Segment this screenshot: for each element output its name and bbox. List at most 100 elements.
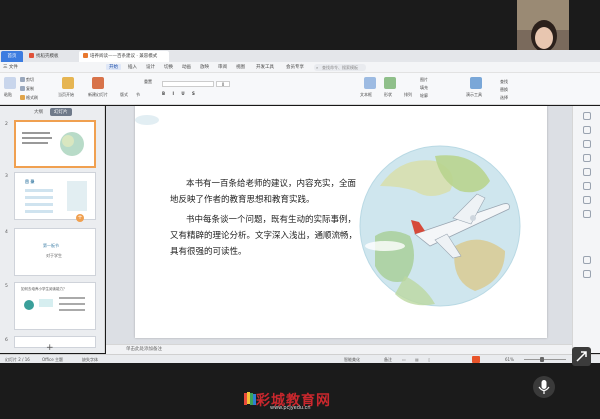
menu-start[interactable]: 开始 (106, 64, 121, 70)
select-pane-icon[interactable] (583, 126, 591, 134)
format-painter-icon (20, 95, 25, 100)
slide-thumbnail-panel: 大纲 幻灯片 2 3 目 录 + 4 第一板节 对于学生 5 如何去培养小学生阅… (0, 106, 105, 353)
menu-developer[interactable]: 开发工具 (256, 64, 274, 70)
section-button[interactable]: 节 (136, 92, 140, 98)
thumb-number: 3 (5, 174, 8, 179)
ribbon-toolbar: 粘贴 剪切 复制 格式刷 当页开始 新建幻灯片 版式 节 重置 0 B I U … (0, 73, 600, 105)
slide-paragraph-1: 本书有一百条给老师的建议，内容充实，全面地反映了作者的教育思想和教育实践。 (170, 179, 357, 205)
thumb-number: 5 (5, 284, 8, 289)
ppt-file-icon (83, 53, 88, 58)
copy-button[interactable]: 复制 (26, 86, 34, 92)
thumb-title: 第一板节 (43, 243, 59, 248)
cut-button[interactable]: 剪切 (26, 77, 34, 83)
cut-icon (20, 77, 25, 82)
tab-outline[interactable]: 大纲 (30, 108, 47, 116)
more-icon[interactable] (583, 256, 591, 264)
expand-icon[interactable] (572, 347, 591, 366)
transition-pane-icon[interactable] (583, 182, 591, 190)
new-slide-icon[interactable] (92, 77, 104, 89)
help-icon[interactable] (583, 270, 591, 278)
find-button[interactable]: 查找 (500, 79, 508, 85)
template-icon (29, 53, 34, 58)
settings-icon[interactable] (583, 196, 591, 204)
zoom-level: 61% (505, 357, 514, 362)
slide-thumbnail-3[interactable]: 目 录 (14, 172, 96, 220)
animation-pane-icon[interactable] (583, 168, 591, 176)
reset-button[interactable]: 重置 (144, 79, 152, 85)
font-size-select[interactable]: 0 (216, 81, 230, 87)
replace-button[interactable]: 替换 (500, 87, 508, 93)
menu-insert[interactable]: 插入 (128, 64, 137, 70)
book-logo-icon (244, 392, 256, 405)
format-pane-icon[interactable] (583, 154, 591, 162)
slide-body-text[interactable]: 本书有一百条给老师的建议，内容充实，全面地反映了作者的教育思想和教育实践。 书中… (170, 176, 360, 264)
menu-transition[interactable]: 切换 (164, 64, 173, 70)
slide-canvas[interactable]: 本书有一百条给老师的建议，内容充实，全面地反映了作者的教育思想和教育实践。 书中… (135, 106, 547, 338)
slide-counter: 幻灯片 2 / 16 (5, 357, 30, 362)
command-search-input[interactable]: ⌕ 查找命令、搜索模板 (314, 64, 366, 71)
thumbnail-preview (22, 132, 84, 156)
menu-view[interactable]: 视图 (236, 64, 245, 70)
play-slideshow-icon[interactable] (472, 356, 480, 363)
copy-icon (20, 86, 25, 91)
image-button[interactable]: 图片 (420, 77, 428, 83)
add-slide-button[interactable]: + (46, 343, 54, 353)
slide-thumbnail-2[interactable] (14, 120, 96, 168)
play-from-current-icon[interactable] (62, 77, 74, 89)
smart-beautify-button[interactable]: 智能美化 (344, 355, 360, 364)
search-icon: ⌕ (316, 65, 319, 70)
new-slide-button[interactable]: 新建幻灯片 (88, 92, 108, 98)
thumb-number: 4 (5, 230, 8, 235)
menu-file[interactable]: 三 文件 (3, 64, 18, 70)
notes-pane[interactable]: 单击此处添加备注 (106, 344, 572, 354)
microphone-button[interactable] (533, 376, 555, 398)
play-from-current-button[interactable]: 当页开始 (58, 92, 74, 98)
add-slide-float-icon[interactable]: + (76, 214, 84, 222)
slide-thumbnail-5[interactable]: 如何去培养小学生阅读能力？ (14, 282, 96, 330)
font-name-select[interactable] (162, 81, 214, 87)
menu-design[interactable]: 设计 (146, 64, 155, 70)
zoom-slider-handle[interactable] (540, 357, 544, 362)
tab-template-store[interactable]: 找稻壳模板 (25, 51, 77, 62)
tab-slides[interactable]: 幻灯片 (50, 108, 72, 116)
expand-arrow-icon (576, 351, 587, 362)
layout-button[interactable]: 版式 (120, 92, 128, 98)
textbox-icon[interactable] (364, 77, 376, 89)
tab-current-document[interactable]: 培养阅读——百条建议 · 兼容模式 (79, 51, 169, 62)
notes-toggle-button[interactable]: 备注 (384, 355, 392, 364)
text-format-buttons[interactable]: B I U S (162, 91, 198, 96)
tab-home[interactable]: 首页 (1, 51, 23, 62)
thumb-title: 如何去培养小学生阅读能力？ (21, 287, 67, 291)
theme-name: Office 主题 (42, 357, 63, 362)
select-button[interactable]: 选择 (500, 95, 508, 101)
menu-animation[interactable]: 动画 (182, 64, 191, 70)
outline-button[interactable]: 轮廓 (420, 93, 428, 99)
slide-thumbnail-6[interactable] (14, 336, 96, 348)
menu-bar: 三 文件 开始 插入 设计 切换 动画 放映 审阅 视图 开发工具 会员专享 (0, 62, 600, 73)
shape-icon[interactable] (384, 77, 396, 89)
brand-url: www.pcjyedu.cn (270, 405, 311, 411)
paste-button[interactable]: 粘贴 (4, 92, 12, 98)
microphone-icon (538, 380, 550, 394)
menu-vip[interactable]: 会员专享 (286, 64, 304, 70)
thumb-number: 6 (5, 338, 8, 343)
shape-effect-icon[interactable] (583, 140, 591, 148)
presentation-tools-icon[interactable] (470, 77, 482, 89)
fill-button[interactable]: 填充 (420, 85, 428, 91)
menu-slideshow[interactable]: 放映 (200, 64, 209, 70)
presentation-tools-button[interactable]: 演示工具 (466, 92, 482, 98)
paste-icon[interactable] (4, 77, 16, 89)
scroll-up-icon[interactable] (583, 112, 591, 120)
right-side-toolbar (572, 106, 600, 353)
share-icon[interactable] (583, 210, 591, 218)
thumb-number: 2 (5, 122, 8, 127)
shape-button[interactable]: 形状 (384, 92, 392, 98)
menu-review[interactable]: 审阅 (218, 64, 227, 70)
slide-thumbnail-4[interactable]: 第一板节 对于学生 (14, 228, 96, 276)
format-painter-button[interactable]: 格式刷 (26, 95, 38, 101)
view-mode-icons[interactable]: ▭ ▦ ▯ (402, 355, 434, 364)
arrange-button[interactable]: 排列 (404, 92, 412, 98)
textbox-button[interactable]: 文本框 (360, 92, 372, 98)
missing-font-button[interactable]: 缺失字体 (82, 355, 98, 364)
zoom-slider[interactable] (524, 359, 566, 360)
